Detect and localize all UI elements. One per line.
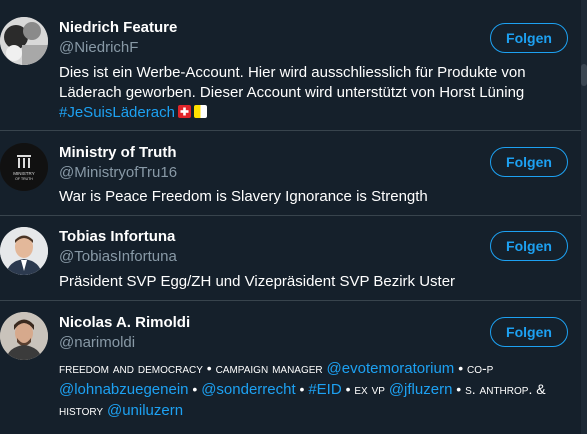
display-name[interactable]: Niedrich Feature (59, 19, 177, 36)
scrollbar-thumb[interactable] (581, 64, 587, 86)
user-cell-tobiasinfortuna[interactable]: Tobias Infortuna @TobiasInfortuna Folgen… (0, 216, 581, 301)
avatar[interactable] (0, 312, 48, 360)
bio-line: Läderach geworben. Dieser Account wird u… (59, 84, 525, 101)
bio-line: history @uniluzern (59, 400, 559, 421)
user-handle[interactable]: @NiedrichF (59, 39, 138, 56)
user-handle[interactable]: @MinistryofTru16 (59, 164, 177, 181)
avatar-text: OF TRUTH (15, 177, 33, 181)
user-bio: Präsident SVP Egg/ZH und Vizepräsident S… (59, 273, 456, 290)
user-handle[interactable]: @TobiasInfortuna (59, 248, 177, 265)
mention-link[interactable]: @jfluzern (389, 381, 453, 398)
bio-line: @lohnabzuegenein • @sonderrecht • #EID •… (59, 379, 559, 400)
bio-text: history (59, 402, 107, 418)
bio-text: • (188, 381, 202, 397)
mention-link[interactable]: @sonderrecht (201, 381, 295, 398)
vatican-flag-icon (193, 105, 207, 118)
avatar-image (0, 312, 48, 360)
avatar[interactable]: MINISTRY OF TRUTH (0, 143, 48, 191)
user-cell-niedrichf[interactable]: Niedrich Feature @NiedrichF Folgen Dies … (0, 0, 581, 131)
user-bio: freedom and democracy • campaign manager… (59, 358, 559, 421)
user-bio: War is Peace Freedom is Slavery Ignoranc… (59, 188, 428, 205)
avatar-image (0, 17, 48, 65)
user-cell-narimoldi[interactable]: Nicolas A. Rimoldi @narimoldi Folgen fre… (0, 301, 581, 434)
mention-link[interactable]: @uniluzern (107, 402, 183, 419)
hashtag-link[interactable]: #JeSuisLäderach (59, 104, 175, 121)
who-to-follow-list: Niedrich Feature @NiedrichF Folgen Dies … (0, 0, 587, 434)
user-bio: Dies ist ein Werbe-Account. Hier wird au… (59, 63, 559, 123)
bio-text: • ex vp (341, 381, 389, 397)
mention-link[interactable]: @evotemoratorium (327, 360, 455, 377)
swiss-flag-icon (177, 105, 191, 118)
user-handle[interactable]: @narimoldi (59, 334, 135, 351)
bio-text: • co-p (454, 360, 494, 376)
display-name[interactable]: Tobias Infortuna (59, 228, 175, 245)
display-name[interactable]: Ministry of Truth (59, 144, 177, 161)
avatar-text: MINISTRY (13, 171, 34, 176)
avatar-image: MINISTRY OF TRUTH (0, 143, 48, 191)
avatar[interactable] (0, 17, 48, 65)
avatar-image (0, 227, 48, 275)
follow-button[interactable]: Folgen (490, 317, 568, 347)
follow-button[interactable]: Folgen (490, 231, 568, 261)
user-cell-ministryoftruth[interactable]: MINISTRY OF TRUTH Ministry of Truth @Min… (0, 131, 581, 216)
bio-line: Dies ist ein Werbe-Account. Hier wird au… (59, 64, 526, 81)
avatar[interactable] (0, 227, 48, 275)
follow-button[interactable]: Folgen (490, 147, 568, 177)
bio-text: • s. anthrop. & (452, 381, 546, 397)
bio-line: #JeSuisLäderach (59, 103, 559, 123)
bio-text: • (295, 381, 309, 397)
display-name[interactable]: Nicolas A. Rimoldi (59, 314, 190, 331)
bio-line: freedom and democracy • campaign manager… (59, 358, 559, 379)
mention-link[interactable]: @lohnabzuegenein (59, 381, 189, 398)
bio-text: freedom and democracy • campaign manager (59, 360, 327, 376)
scrollbar[interactable] (581, 0, 587, 434)
follow-button[interactable]: Folgen (490, 23, 568, 53)
hashtag-link[interactable]: #EID (308, 381, 341, 398)
